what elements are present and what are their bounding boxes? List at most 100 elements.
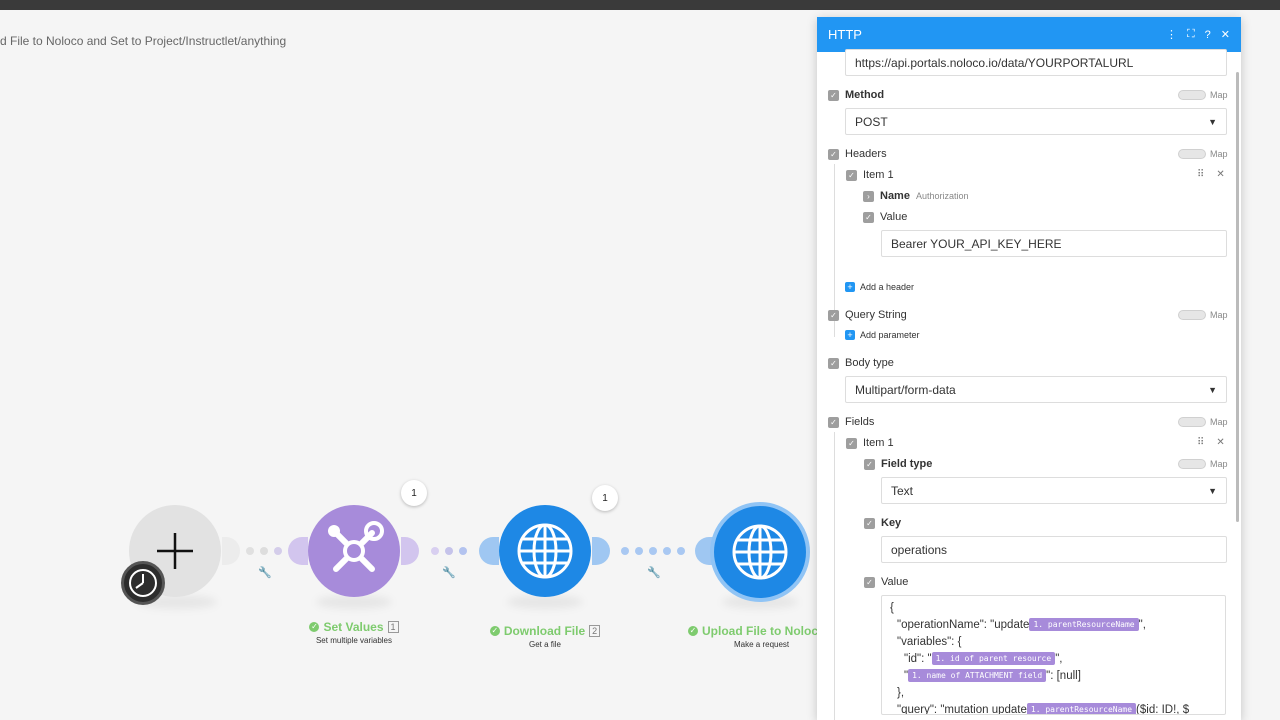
globe-icon	[517, 523, 573, 579]
route-dot	[274, 547, 282, 555]
fields-item-label: Item 1	[863, 437, 894, 449]
method-label: Method	[845, 89, 885, 101]
field-type-label: Field type	[881, 458, 933, 470]
operations-badge[interactable]: 1	[401, 480, 427, 506]
more-icon[interactable]: ⋮	[1166, 28, 1177, 41]
chevron-down-icon: ▼	[1208, 485, 1217, 496]
upload-file-module[interactable]	[710, 502, 810, 602]
mapped-variable-pill: 1. name of ATTACHMENT field	[908, 669, 1047, 682]
header-value-label: Value	[880, 211, 908, 223]
header-value-field[interactable]: Bearer YOUR_API_KEY_HERE	[881, 230, 1227, 257]
mapped-variable-pill: 1. id of parent resource	[931, 652, 1056, 665]
add-header-button[interactable]: + Add a header	[845, 282, 914, 292]
globe-icon	[732, 524, 788, 580]
download-connector-left	[479, 537, 499, 565]
headers-map-toggle[interactable]: Map	[1178, 149, 1228, 159]
clock-icon[interactable]	[121, 561, 165, 605]
module-shadow	[316, 595, 392, 609]
field-type-select[interactable]: Text ▼	[881, 477, 1227, 504]
route-dot	[459, 547, 467, 555]
value-collapse-icon[interactable]: ✓	[864, 577, 875, 588]
item-collapse-icon[interactable]: ✓	[846, 170, 857, 181]
set-values-module[interactable]	[308, 505, 400, 597]
panel-body: https://api.portals.noloco.io/data/YOURP…	[817, 49, 1241, 720]
method-collapse-icon[interactable]: ✓	[828, 90, 839, 101]
headers-item-label: Item 1	[863, 169, 894, 181]
method-map-toggle[interactable]: Map	[1178, 90, 1228, 100]
download-file-module[interactable]	[499, 505, 591, 597]
set-values-label: ✓ Set Values 1 Set multiple variables	[290, 616, 418, 645]
plus-icon: +	[845, 330, 855, 340]
field-type-map-toggle[interactable]: Map	[1178, 459, 1228, 469]
route-dot	[431, 547, 439, 555]
headers-label: Headers	[845, 148, 887, 160]
item-collapse-icon[interactable]: ✓	[846, 438, 857, 449]
method-select[interactable]: POST ▼	[845, 108, 1227, 135]
trigger-connector-right	[222, 537, 240, 565]
headers-guide	[834, 164, 835, 332]
remove-icon[interactable]: ✕	[1216, 437, 1224, 448]
route-dot	[445, 547, 453, 555]
check-icon: ✓	[688, 626, 698, 636]
url-field[interactable]: https://api.portals.noloco.io/data/YOURP…	[845, 49, 1227, 76]
scenario-canvas[interactable]: 🔧 1 ✓ Set Values 1 Set multiple variables …	[0, 10, 820, 720]
route-dot	[663, 547, 671, 555]
set-values-connector-left	[288, 537, 308, 565]
route-dot	[246, 547, 254, 555]
value-code-editor[interactable]: { "operationName": "update 1. parentResou…	[881, 595, 1226, 715]
browser-top-strip	[0, 0, 1280, 10]
wrench-icon[interactable]: 🔧	[442, 566, 456, 579]
route-dot	[649, 547, 657, 555]
body-type-label: Body type	[845, 357, 894, 369]
plus-icon: +	[845, 282, 855, 292]
key-collapse-icon[interactable]: ✓	[864, 518, 875, 529]
mapped-variable-pill: 1. parentResourceName	[1026, 703, 1137, 714]
check-icon: ✓	[309, 622, 320, 632]
expand-icon[interactable]: ⛶	[1187, 28, 1195, 41]
query-map-toggle[interactable]: Map	[1178, 310, 1228, 320]
set-values-connector-right	[401, 537, 419, 565]
download-connector-right	[592, 537, 610, 565]
wrench-icon[interactable]: 🔧	[258, 566, 272, 579]
query-collapse-icon[interactable]: ✓	[828, 310, 839, 321]
add-parameter-button[interactable]: + Add parameter	[845, 330, 920, 340]
panel-header: HTTP ⋮ ⛶ ? ✕	[817, 17, 1241, 52]
query-guide	[834, 325, 835, 337]
mapped-variable-pill: 1. parentResourceName	[1029, 618, 1139, 631]
upload-file-label: ✓ Upload File to Noloco Make a request	[688, 624, 820, 649]
panel-scrollbar[interactable]	[1236, 72, 1239, 522]
download-file-label: ✓ Download File 2 Get a file	[480, 620, 610, 649]
fields-guide	[834, 432, 835, 720]
field-value-label: Value	[881, 576, 909, 588]
check-icon: ✓	[489, 626, 500, 636]
key-field[interactable]: operations	[881, 536, 1227, 563]
route-dot	[260, 547, 268, 555]
panel-title: HTTP	[828, 27, 862, 42]
drag-handle-icon[interactable]: ⠿	[1197, 437, 1204, 448]
route-dot	[635, 547, 643, 555]
help-icon[interactable]: ?	[1205, 29, 1211, 41]
header-name-label: Name Authorization	[880, 190, 969, 202]
headers-collapse-icon[interactable]: ✓	[828, 149, 839, 160]
http-module-panel[interactable]: HTTP ⋮ ⛶ ? ✕ https://api.portals.noloco.…	[817, 17, 1241, 720]
close-icon[interactable]: ✕	[1221, 28, 1230, 41]
wrench-icon[interactable]: 🔧	[647, 566, 661, 579]
fields-map-toggle[interactable]: Map	[1178, 417, 1228, 427]
tools-icon	[328, 521, 384, 572]
value-collapse-icon[interactable]: ✓	[863, 212, 874, 223]
key-label: Key	[881, 517, 902, 529]
fields-collapse-icon[interactable]: ✓	[828, 417, 839, 428]
field-type-collapse-icon[interactable]: ✓	[864, 459, 875, 470]
fields-label: Fields	[845, 416, 875, 428]
drag-handle-icon[interactable]: ⠿	[1197, 169, 1204, 180]
query-string-label: Query String	[845, 309, 907, 321]
route-dot	[677, 547, 685, 555]
chevron-down-icon: ▼	[1208, 384, 1217, 395]
body-type-select[interactable]: Multipart/form-data ▼	[845, 376, 1227, 403]
route-dot	[621, 547, 629, 555]
remove-icon[interactable]: ✕	[1216, 169, 1224, 180]
operations-badge[interactable]: 1	[592, 485, 618, 511]
chevron-down-icon: ▼	[1208, 116, 1217, 127]
body-type-collapse-icon[interactable]: ✓	[828, 358, 839, 369]
name-expand-icon[interactable]: ›	[863, 191, 874, 202]
